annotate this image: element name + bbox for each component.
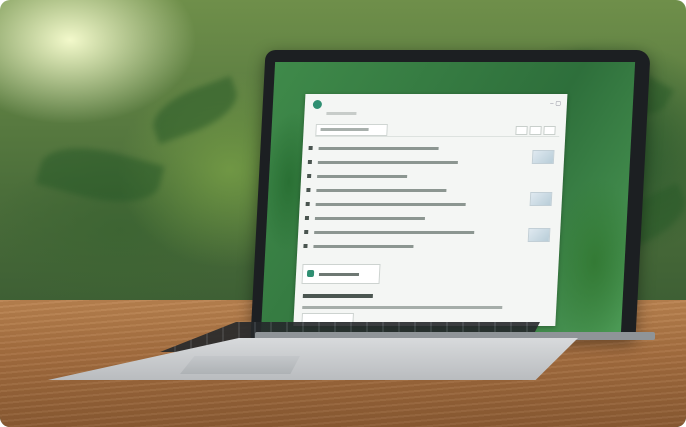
window-controls-icon[interactable]: – ▢ <box>550 100 561 107</box>
search-input[interactable] <box>315 124 388 136</box>
list-item[interactable] <box>307 172 507 181</box>
list-item[interactable] <box>308 144 508 153</box>
laptop-screen: – ▢ <box>260 62 636 334</box>
footer-heading <box>302 294 373 298</box>
selected-item-card[interactable] <box>301 264 381 284</box>
toolbar <box>315 124 560 137</box>
file-icon <box>306 270 315 277</box>
thumbnail-image[interactable] <box>527 228 551 242</box>
thumbnail-image[interactable] <box>529 192 553 206</box>
app-window: – ▢ <box>293 94 568 326</box>
toolbar-button[interactable] <box>529 126 542 135</box>
laptop-trackpad <box>180 356 300 374</box>
list-item[interactable] <box>305 200 505 209</box>
photo-frame: – ▢ <box>0 0 686 427</box>
list-item[interactable] <box>304 228 504 237</box>
background-leaf <box>35 135 165 215</box>
background-leaf <box>145 75 245 145</box>
app-subtitle-blur <box>326 112 357 115</box>
footer-input[interactable] <box>301 313 354 323</box>
thumbnail-image[interactable] <box>531 150 555 164</box>
toolbar-button[interactable] <box>515 126 528 135</box>
list-item[interactable] <box>306 186 506 195</box>
toolbar-button[interactable] <box>543 126 556 135</box>
list-item[interactable] <box>303 242 503 251</box>
list-item[interactable] <box>304 214 505 223</box>
footer-text <box>302 306 503 309</box>
list-item[interactable] <box>307 158 508 167</box>
app-logo-icon <box>312 100 323 109</box>
